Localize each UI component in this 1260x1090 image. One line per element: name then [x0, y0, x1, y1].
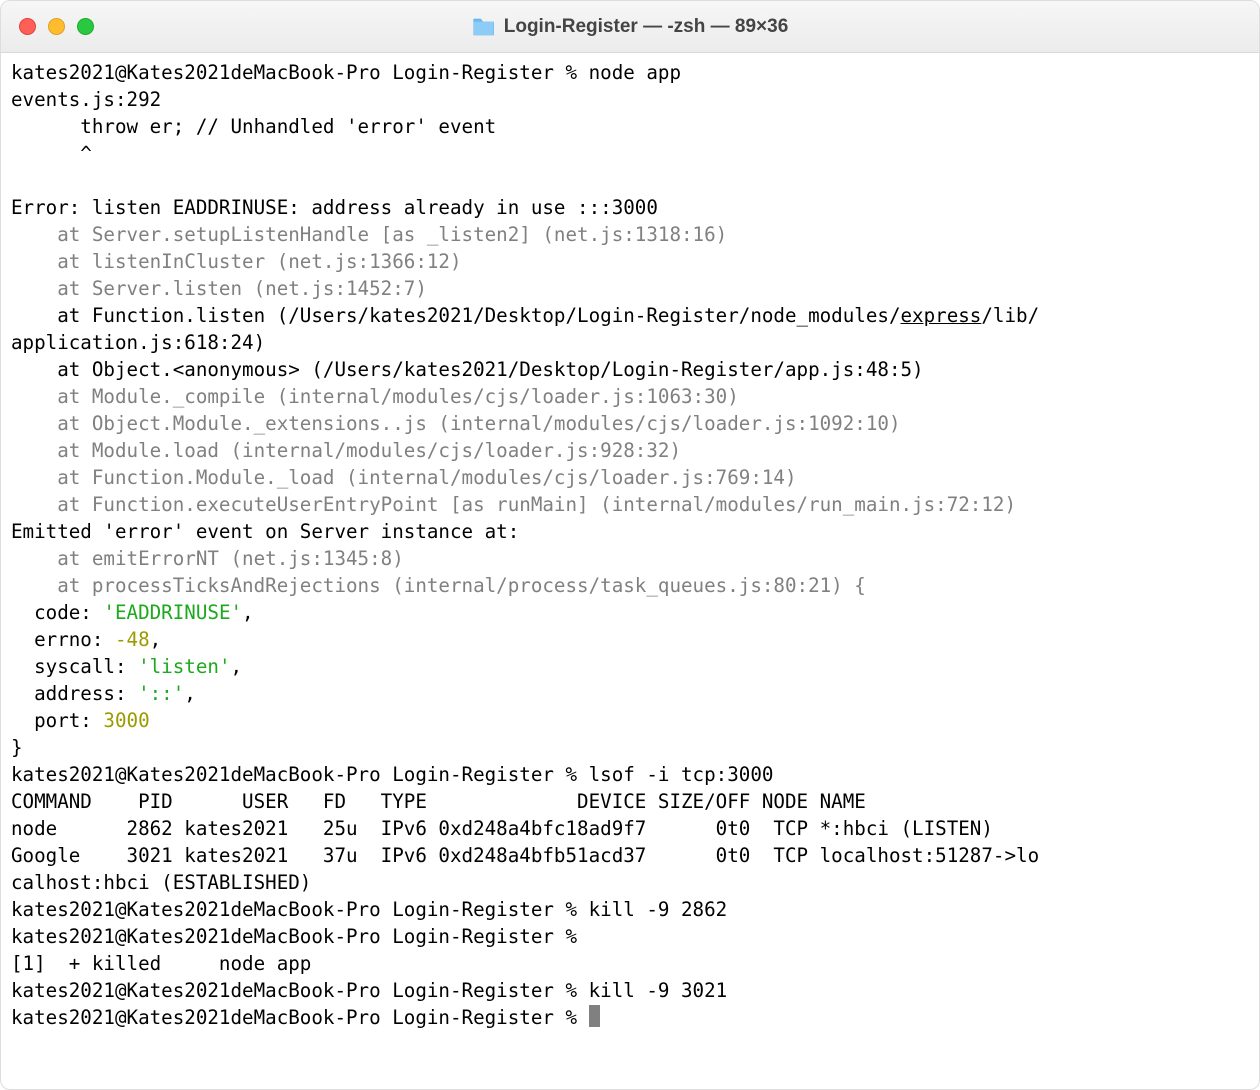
- prompt: kates2021@Kates2021deMacBook-Pro Login-R…: [11, 925, 589, 948]
- maximize-button[interactable]: [77, 18, 94, 35]
- output-line: ^: [11, 142, 92, 165]
- prompt: kates2021@Kates2021deMacBook-Pro Login-R…: [11, 1006, 589, 1029]
- output-line: throw er; // Unhandled 'error' event: [11, 115, 496, 138]
- terminal-window: Login-Register — -zsh — 89×36 kates2021@…: [0, 0, 1260, 1090]
- folder-icon: [472, 17, 496, 37]
- output-line: Google 3021 kates2021 37u IPv6 0xd248a4b…: [11, 844, 1039, 867]
- output-line: address: '::',: [11, 682, 196, 705]
- error-line: Error: listen EADDRINUSE: address alread…: [11, 196, 658, 219]
- terminal-content[interactable]: kates2021@Kates2021deMacBook-Pro Login-R…: [1, 53, 1259, 1037]
- prompt: kates2021@Kates2021deMacBook-Pro Login-R…: [11, 763, 589, 786]
- stack-line: at Module.load (internal/modules/cjs/loa…: [11, 439, 681, 462]
- stack-line: at emitErrorNT (net.js:1345:8): [11, 547, 404, 570]
- output-line: code: 'EADDRINUSE',: [11, 601, 254, 624]
- titlebar: Login-Register — -zsh — 89×36: [1, 1, 1259, 53]
- prompt: kates2021@Kates2021deMacBook-Pro Login-R…: [11, 979, 589, 1002]
- stack-line: at processTicksAndRejections (internal/p…: [11, 574, 866, 597]
- output-line: errno: -48,: [11, 628, 161, 651]
- output-line: node 2862 kates2021 25u IPv6 0xd248a4bfc…: [11, 817, 993, 840]
- output-line: Emitted 'error' event on Server instance…: [11, 520, 519, 543]
- command-text: node app: [589, 61, 681, 84]
- traffic-lights: [1, 18, 94, 35]
- stack-line: at Module._compile (internal/modules/cjs…: [11, 385, 739, 408]
- minimize-button[interactable]: [48, 18, 65, 35]
- output-line: COMMAND PID USER FD TYPE DEVICE SIZE/OFF…: [11, 790, 866, 813]
- prompt: kates2021@Kates2021deMacBook-Pro Login-R…: [11, 61, 589, 84]
- stack-line: at listenInCluster (net.js:1366:12): [11, 250, 462, 273]
- output-line: syscall: 'listen',: [11, 655, 242, 678]
- stack-line: at Object.<anonymous> (/Users/kates2021/…: [11, 358, 924, 381]
- stack-line: at Object.Module._extensions..js (intern…: [11, 412, 901, 435]
- output-line: }: [11, 736, 23, 759]
- output-line: port: 3000: [11, 709, 150, 732]
- stack-line: at Server.setupListenHandle [as _listen2…: [11, 223, 727, 246]
- prompt: kates2021@Kates2021deMacBook-Pro Login-R…: [11, 898, 589, 921]
- stack-line: at Function.Module._load (internal/modul…: [11, 466, 797, 489]
- cursor: [589, 1005, 600, 1027]
- stack-line: at Function.listen (/Users/kates2021/Des…: [11, 304, 1039, 327]
- window-title: Login-Register — -zsh — 89×36: [472, 16, 789, 38]
- output-line: [1] + killed node app: [11, 952, 311, 975]
- command-text: kill -9 3021: [589, 979, 728, 1002]
- output-line: calhost:hbci (ESTABLISHED): [11, 871, 311, 894]
- command-text: lsof -i tcp:3000: [589, 763, 774, 786]
- command-text: kill -9 2862: [589, 898, 728, 921]
- output-line: events.js:292: [11, 88, 161, 111]
- stack-line: at Function.executeUserEntryPoint [as ru…: [11, 493, 1016, 516]
- stack-line: at Server.listen (net.js:1452:7): [11, 277, 427, 300]
- window-title-text: Login-Register — -zsh — 89×36: [504, 16, 789, 38]
- stack-line: application.js:618:24): [11, 331, 265, 354]
- close-button[interactable]: [19, 18, 36, 35]
